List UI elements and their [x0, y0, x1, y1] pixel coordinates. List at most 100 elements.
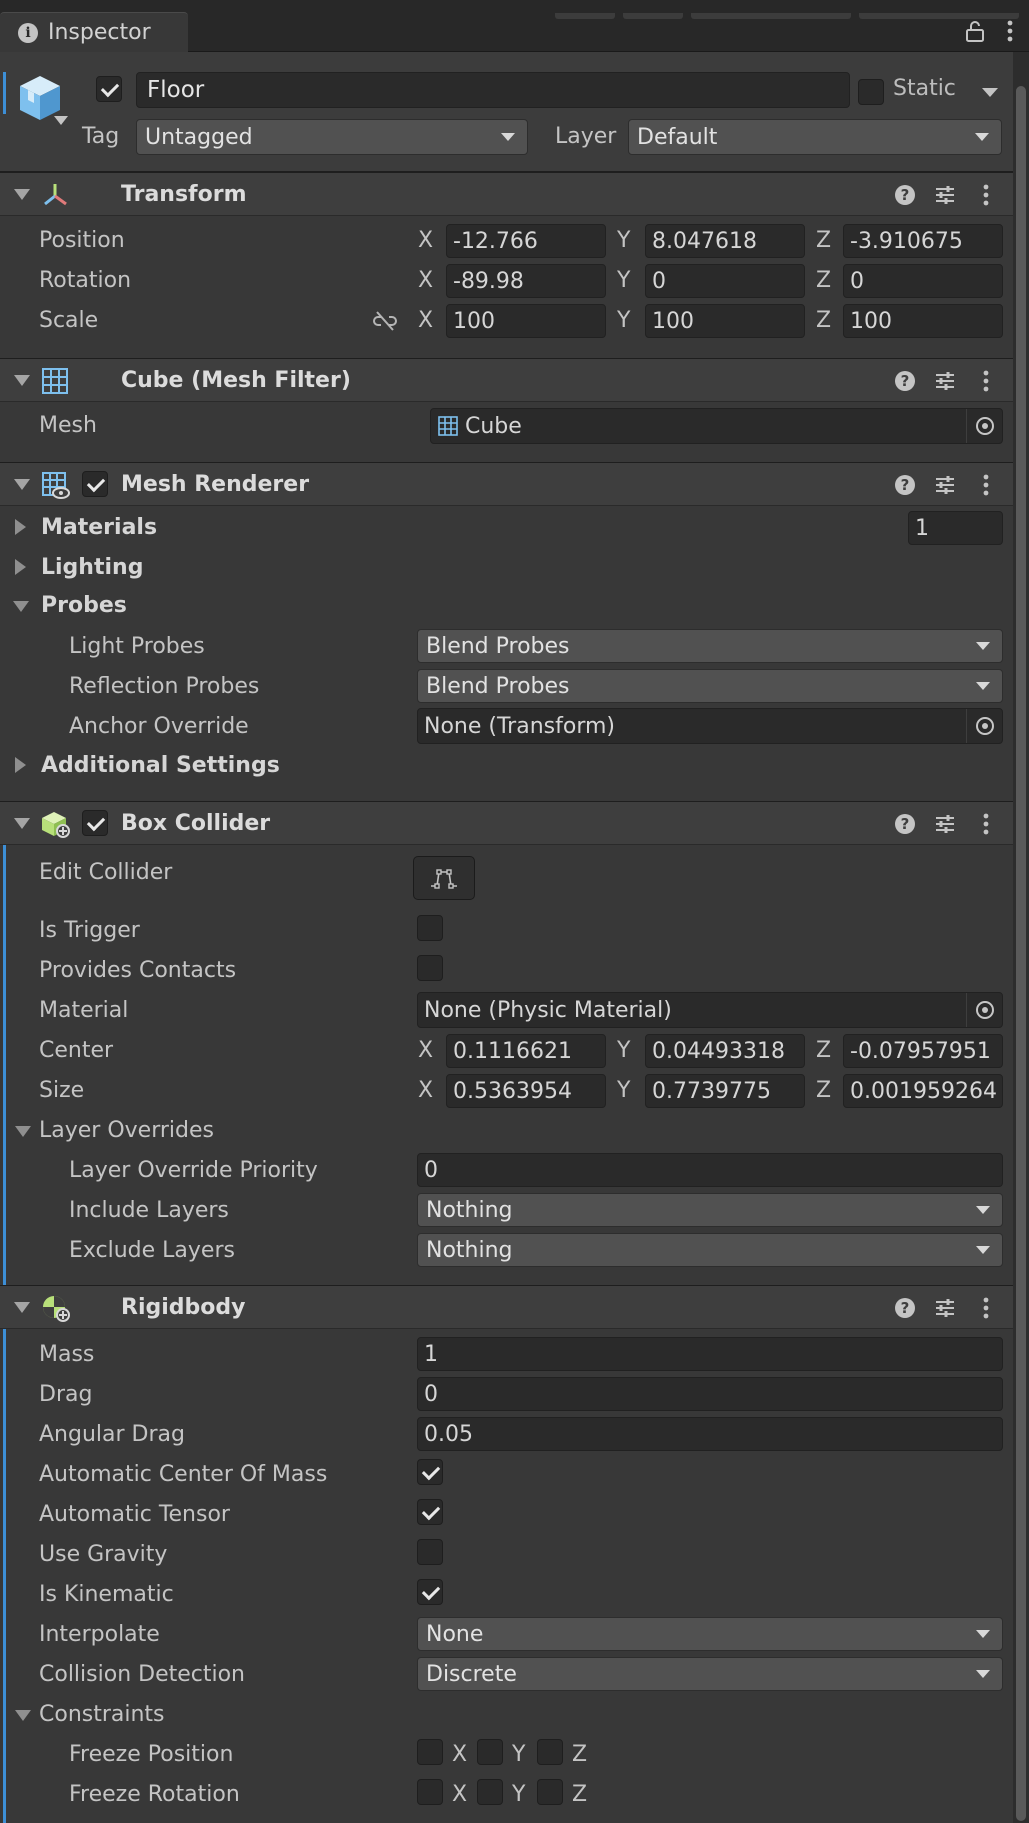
- component-menu-icon[interactable]: [976, 369, 996, 393]
- reflection-probes-dropdown[interactable]: Blend Probes: [417, 669, 1003, 703]
- probes-label[interactable]: Probes: [41, 593, 127, 618]
- scrollbar[interactable]: [1013, 52, 1029, 1823]
- mesh-renderer-header[interactable]: Mesh Renderer ?: [0, 462, 1013, 506]
- is-kinematic-label: Is Kinematic: [39, 1582, 174, 1607]
- include-layers-dropdown[interactable]: Nothing: [417, 1193, 1003, 1227]
- exclude-layers-dropdown[interactable]: Nothing: [417, 1233, 1003, 1267]
- fold-arrow-icon[interactable]: [14, 375, 30, 386]
- scale-y-field[interactable]: 100: [645, 304, 805, 338]
- help-icon[interactable]: ?: [895, 814, 915, 834]
- edit-collider-button[interactable]: [413, 856, 475, 900]
- light-probes-dropdown[interactable]: Blend Probes: [417, 629, 1003, 663]
- collision-detection-dropdown[interactable]: Discrete: [417, 1657, 1003, 1691]
- lock-icon[interactable]: [964, 20, 986, 42]
- position-y-field[interactable]: 8.047618: [645, 224, 805, 258]
- angular-drag-field[interactable]: 0.05: [417, 1417, 1003, 1451]
- icon-dropdown-arrow[interactable]: [54, 116, 68, 126]
- mass-field[interactable]: 1: [417, 1337, 1003, 1371]
- materials-label[interactable]: Materials: [41, 515, 157, 540]
- presets-icon[interactable]: [934, 813, 956, 835]
- help-icon[interactable]: ?: [895, 1298, 915, 1318]
- gameobject-active-checkbox[interactable]: [96, 76, 122, 102]
- size-y-field[interactable]: 0.7739775: [645, 1074, 805, 1108]
- presets-icon[interactable]: [934, 370, 956, 392]
- object-picker-icon: [975, 717, 994, 735]
- freeze-rotation-x-checkbox[interactable]: [417, 1779, 443, 1805]
- rotation-y-field[interactable]: 0: [645, 264, 805, 298]
- component-menu-icon[interactable]: [976, 1296, 996, 1320]
- drag-field[interactable]: 0: [417, 1377, 1003, 1411]
- mesh-filter-header[interactable]: Cube (Mesh Filter) ?: [0, 358, 1013, 402]
- freeze-position-x-checkbox[interactable]: [417, 1739, 443, 1765]
- layer-override-priority-field[interactable]: 0: [417, 1153, 1003, 1187]
- gameobject-name-field[interactable]: Floor: [136, 72, 850, 108]
- constraints-label[interactable]: Constraints: [39, 1702, 165, 1727]
- rigidbody-header[interactable]: Rigidbody ?: [0, 1285, 1013, 1329]
- anchor-override-value: None (Transform): [424, 713, 615, 739]
- presets-icon[interactable]: [934, 1297, 956, 1319]
- anchor-override-field[interactable]: None (Transform): [417, 708, 1003, 744]
- component-menu-icon[interactable]: [976, 183, 996, 207]
- lighting-label[interactable]: Lighting: [41, 555, 143, 580]
- lighting-fold-icon[interactable]: [15, 559, 26, 575]
- component-menu-icon[interactable]: [976, 812, 996, 836]
- use-gravity-checkbox[interactable]: [417, 1539, 443, 1565]
- transform-header[interactable]: Transform ?: [0, 172, 1013, 216]
- object-picker-button[interactable]: [966, 409, 1002, 443]
- layer-dropdown[interactable]: Default: [628, 119, 1002, 155]
- fold-arrow-icon[interactable]: [14, 479, 30, 490]
- center-x-field[interactable]: 0.1116621: [446, 1034, 606, 1068]
- freeze-position-z-checkbox[interactable]: [537, 1739, 563, 1765]
- center-y-field[interactable]: 0.04493318: [645, 1034, 805, 1068]
- help-icon[interactable]: ?: [895, 371, 915, 391]
- object-picker-button[interactable]: [966, 993, 1002, 1027]
- mesh-renderer-enabled-checkbox[interactable]: [82, 471, 108, 497]
- layer-overrides-fold-icon[interactable]: [15, 1126, 31, 1137]
- additional-settings-fold-icon[interactable]: [15, 757, 26, 773]
- freeze-rotation-z-checkbox[interactable]: [537, 1779, 563, 1805]
- help-icon[interactable]: ?: [895, 475, 915, 495]
- probes-fold-icon[interactable]: [13, 601, 29, 612]
- presets-icon[interactable]: [934, 474, 956, 496]
- collider-material-field[interactable]: None (Physic Material): [417, 992, 1003, 1028]
- static-dropdown-arrow[interactable]: [982, 88, 998, 98]
- size-z-field[interactable]: 0.001959264: [843, 1074, 1003, 1108]
- center-z-field[interactable]: -0.07957951: [843, 1034, 1003, 1068]
- interpolate-dropdown[interactable]: None: [417, 1617, 1003, 1651]
- rotation-x-field[interactable]: -89.98: [446, 264, 606, 298]
- freeze-rotation-y-checkbox[interactable]: [477, 1779, 503, 1805]
- fold-arrow-icon[interactable]: [14, 1302, 30, 1313]
- fold-arrow-icon[interactable]: [14, 189, 30, 200]
- tag-dropdown[interactable]: Untagged: [136, 119, 528, 155]
- additional-settings-label[interactable]: Additional Settings: [41, 753, 280, 778]
- provides-contacts-checkbox[interactable]: [417, 955, 443, 981]
- is-trigger-checkbox[interactable]: [417, 915, 443, 941]
- box-collider-enabled-checkbox[interactable]: [82, 810, 108, 836]
- materials-count-field[interactable]: 1: [908, 511, 1003, 545]
- tab-menu-icon[interactable]: [1000, 18, 1020, 44]
- unlink-scale-icon[interactable]: [372, 310, 398, 332]
- scrollbar-thumb[interactable]: [1016, 86, 1026, 1821]
- component-menu-icon[interactable]: [976, 473, 996, 497]
- auto-tensor-checkbox[interactable]: [417, 1499, 443, 1525]
- help-icon[interactable]: ?: [895, 185, 915, 205]
- position-x-field[interactable]: -12.766: [446, 224, 606, 258]
- box-collider-header[interactable]: Box Collider ?: [0, 801, 1013, 845]
- mesh-object-field[interactable]: Cube: [430, 408, 1003, 444]
- scale-x-field[interactable]: 100: [446, 304, 606, 338]
- materials-fold-icon[interactable]: [15, 519, 26, 535]
- is-kinematic-checkbox[interactable]: [417, 1579, 443, 1605]
- freeze-position-y-checkbox[interactable]: [477, 1739, 503, 1765]
- constraints-fold-icon[interactable]: [15, 1710, 31, 1721]
- layer-overrides-label[interactable]: Layer Overrides: [39, 1118, 214, 1143]
- size-x-field[interactable]: 0.5363954: [446, 1074, 606, 1108]
- scale-z-field[interactable]: 100: [843, 304, 1003, 338]
- presets-icon[interactable]: [934, 184, 956, 206]
- static-checkbox[interactable]: [858, 79, 884, 105]
- auto-com-checkbox[interactable]: [417, 1459, 443, 1485]
- tab-inspector[interactable]: i Inspector: [0, 12, 188, 52]
- rotation-z-field[interactable]: 0: [843, 264, 1003, 298]
- fold-arrow-icon[interactable]: [14, 818, 30, 829]
- position-z-field[interactable]: -3.910675: [843, 224, 1003, 258]
- object-picker-button[interactable]: [966, 709, 1002, 743]
